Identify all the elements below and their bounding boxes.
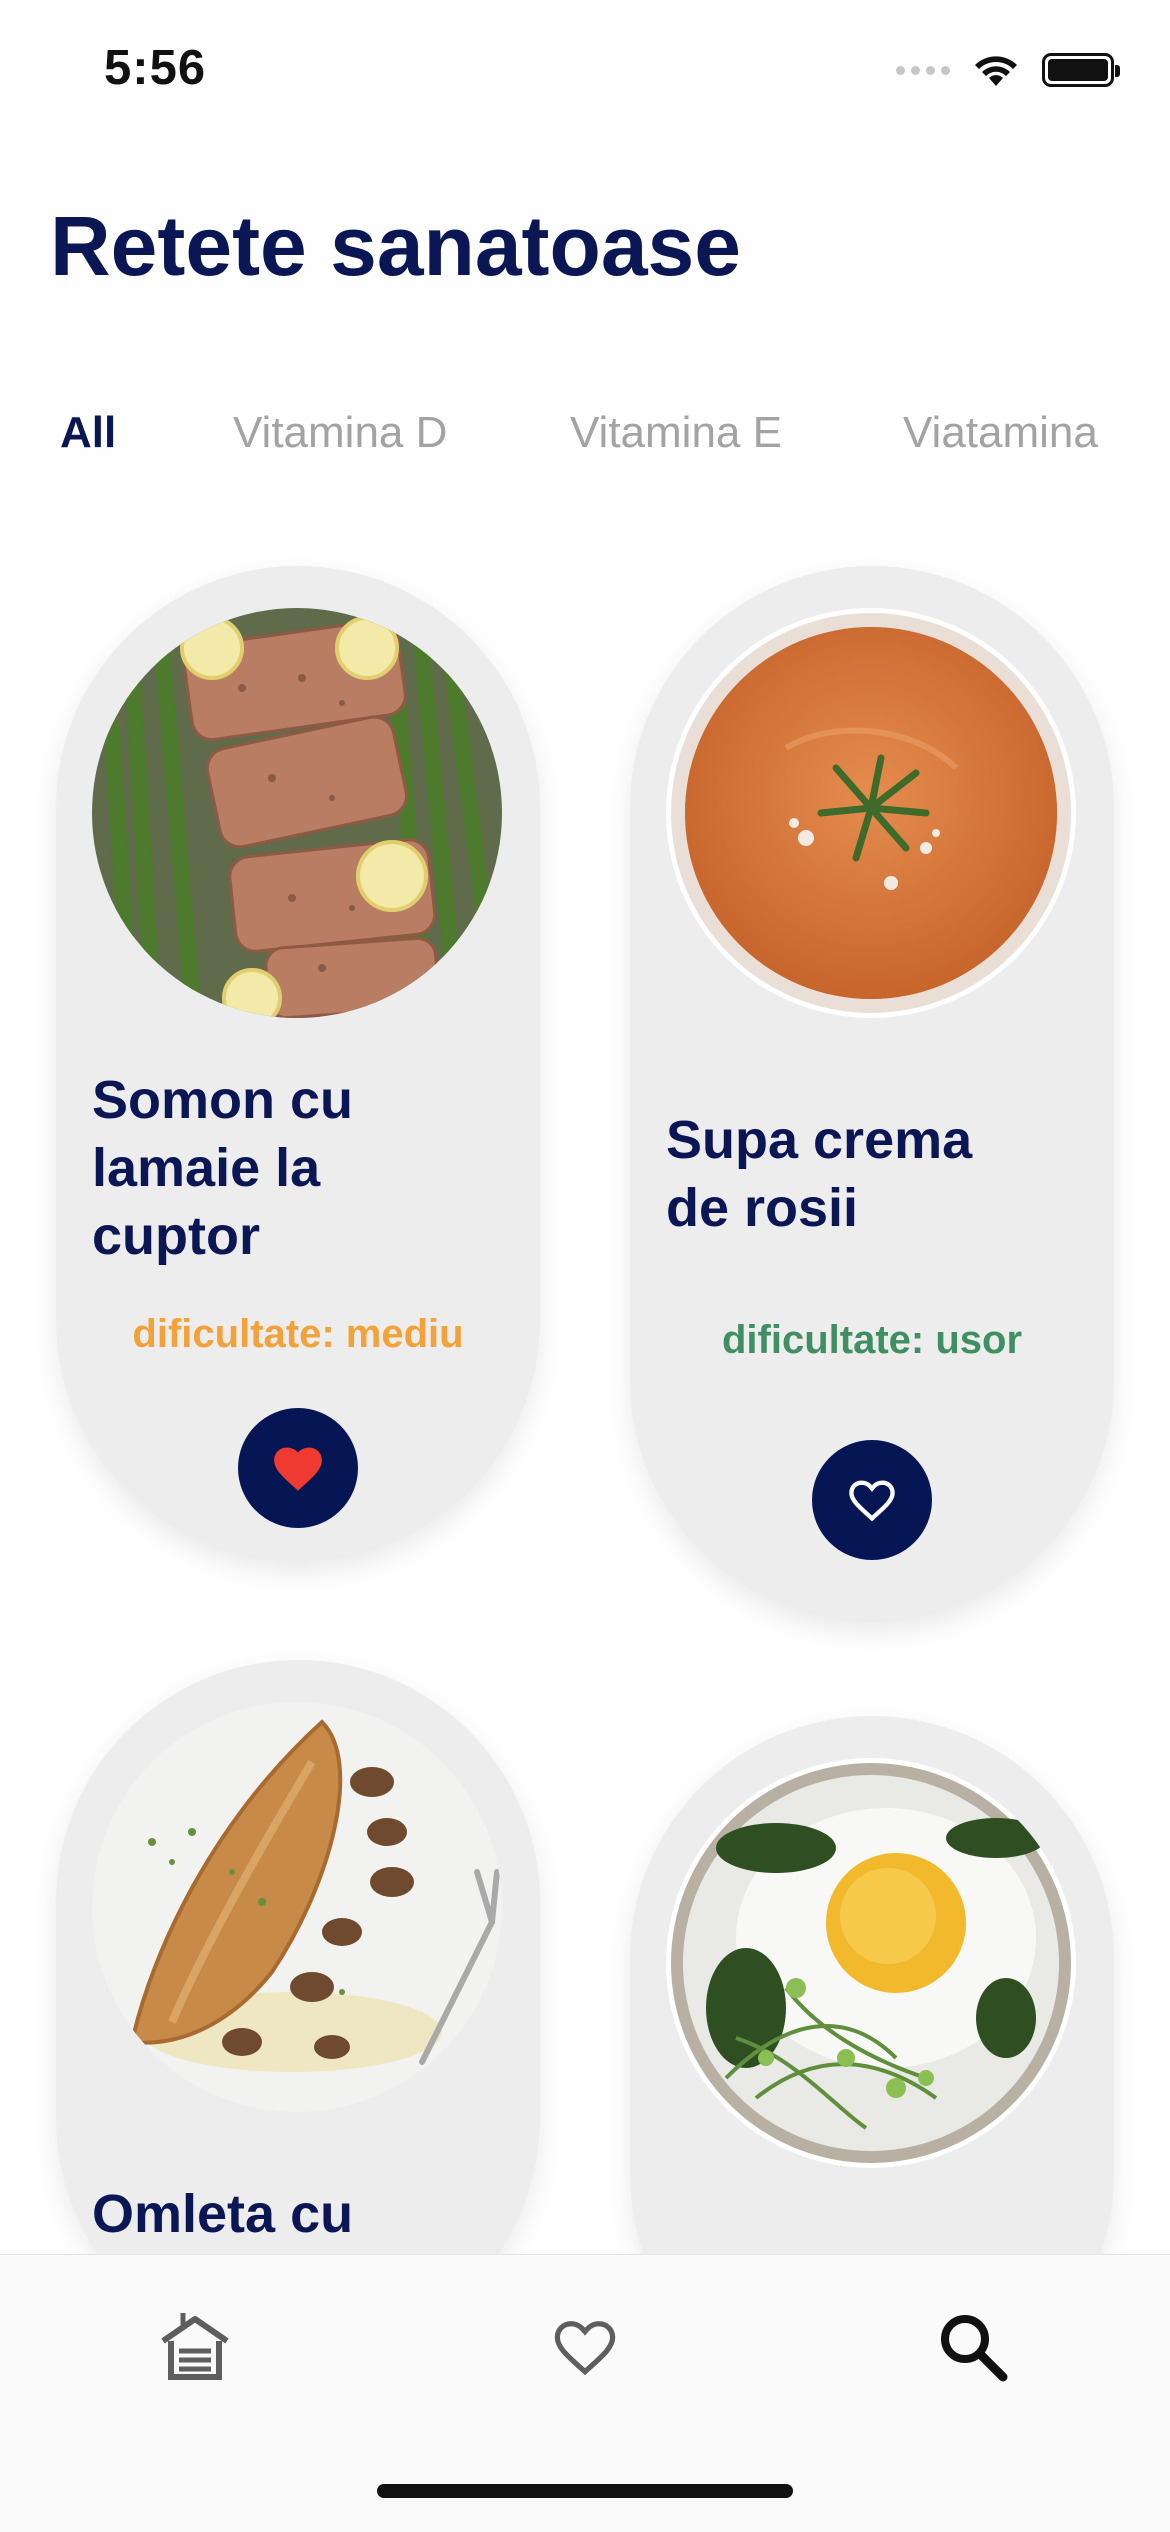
tab-viatamina[interactable]: Viatamina xyxy=(903,408,1098,458)
page-title: Retete sanatoase xyxy=(50,199,741,293)
baked-egg-greens-photo xyxy=(666,1758,1076,2168)
search-icon xyxy=(941,2315,1008,2382)
difficulty-label: dificultate: mediu xyxy=(132,1312,464,1356)
heart-outline-icon xyxy=(849,1480,895,1522)
recipe-title: Somon cu lamaie la cuptor xyxy=(92,1070,354,1266)
nav-home[interactable] xyxy=(155,2307,235,2387)
omelette-mushrooms-photo xyxy=(92,1702,502,2112)
cellular-signal-icon xyxy=(896,65,950,75)
recipe-card-somon[interactable]: Somon cu lamaie la cuptor dificultate: m… xyxy=(56,566,540,1562)
battery-icon xyxy=(1042,53,1120,87)
heart-filled-icon xyxy=(274,1447,322,1491)
home-indicator xyxy=(377,2484,793,2498)
favorite-button[interactable] xyxy=(238,1408,358,1528)
recipe-title: Supa crema de rosii xyxy=(666,1110,973,1238)
category-tabs: All Vitamina D Vitamina E Viatamina xyxy=(60,408,1110,478)
tab-all[interactable]: All xyxy=(60,408,116,458)
wifi-icon xyxy=(975,56,1017,86)
difficulty-label: dificultate: usor xyxy=(721,1318,1023,1362)
heart-icon xyxy=(554,2321,616,2376)
favorite-button[interactable] xyxy=(812,1440,932,1560)
nav-favorites[interactable] xyxy=(545,2307,625,2387)
status-icons xyxy=(896,52,1120,88)
salmon-asparagus-photo xyxy=(92,608,502,1018)
tab-vitamina-e[interactable]: Vitamina E xyxy=(570,408,782,458)
tab-vitamina-d[interactable]: Vitamina D xyxy=(233,408,447,458)
nav-search[interactable] xyxy=(933,2307,1013,2387)
tomato-soup-photo xyxy=(666,608,1076,1018)
recipe-title: Omleta cu xyxy=(92,2184,354,2244)
status-time: 5:56 xyxy=(104,41,207,95)
recipes-screen: 5:56 Retete sanatoase All Vitamina D Vit… xyxy=(0,0,1170,2532)
recipe-card-supa[interactable]: Supa crema de rosii dificultate: usor xyxy=(630,566,1114,1622)
home-icon xyxy=(161,2313,229,2380)
